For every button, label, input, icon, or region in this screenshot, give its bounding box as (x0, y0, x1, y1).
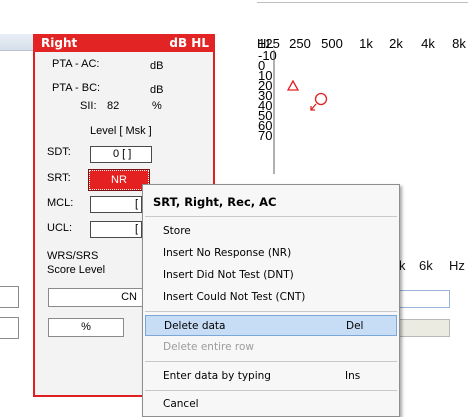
menu-item-label: Store (163, 225, 191, 237)
right-score-field[interactable] (398, 290, 450, 308)
sii-value: 82 (107, 100, 120, 112)
menu-separator (145, 216, 397, 217)
frequency-label: 500 (321, 36, 343, 51)
menu-separator (145, 390, 397, 391)
pta-bc-label: PTA - BC: (52, 82, 101, 94)
pta-bc-unit: dB (150, 84, 164, 96)
menu-separator (145, 311, 397, 312)
ucl-label: UCL: (47, 222, 73, 234)
frequency-label: 8k (452, 36, 466, 51)
menu-item-enter-typing[interactable]: Enter data by typing Ins (145, 366, 397, 387)
menu-item-label: Delete data (164, 320, 226, 332)
frequency-label: 2k (389, 36, 403, 51)
top-divider (257, 0, 468, 3)
frequency-label: 1k (359, 36, 373, 51)
menu-item-label: Insert Did Not Test (DNT) (163, 269, 294, 281)
pta-ac-unit: dB (150, 60, 164, 72)
context-menu: SRT, Right, Rec, AC Store Insert No Resp… (142, 184, 400, 417)
menu-item-label: Delete entire row (163, 341, 254, 353)
context-menu-title: SRT, Right, Rec, AC (153, 195, 277, 209)
srt-label: SRT: (47, 172, 71, 184)
right-ear-panel-header: Right dB HL (33, 34, 215, 52)
left-input-box-1[interactable] (0, 286, 19, 308)
ucl-field[interactable]: [ (90, 221, 142, 238)
menu-item-shortcut: Del (346, 320, 364, 332)
ac-unmasked-marker (286, 79, 300, 91)
menu-item-delete-row[interactable]: Delete entire row (145, 337, 397, 358)
left-toolbar-strip (0, 34, 34, 51)
srt-field[interactable]: NR (88, 169, 150, 191)
sdt-label: SDT: (47, 146, 71, 158)
menu-item-shortcut: Ins (345, 370, 361, 382)
menu-item-store[interactable]: Store (145, 221, 397, 242)
menu-item-insert-dnt[interactable]: Insert Did Not Test (DNT) (145, 265, 397, 286)
score-level-label: Score Level (47, 264, 106, 276)
sii-label: SII: (80, 100, 97, 112)
db-tick-label: 70 (258, 128, 272, 143)
menu-item-label: Cancel (163, 398, 199, 410)
panel-unit-label: dB HL (169, 36, 209, 50)
marker-arrow (310, 103, 317, 111)
right-percent-field[interactable] (398, 319, 450, 337)
freq-bottom-hz: Hz (449, 258, 465, 273)
menu-item-insert-nr[interactable]: Insert No Response (NR) (145, 243, 397, 264)
panel-side-label: Right (41, 36, 78, 50)
ac-masked-marker (314, 92, 328, 106)
sdt-field[interactable]: 0 [ ] (90, 146, 152, 163)
menu-item-label: Insert No Response (NR) (163, 247, 292, 259)
pta-ac-label: PTA - AC: (52, 58, 100, 70)
menu-item-cancel[interactable]: Cancel (145, 394, 397, 415)
sii-unit: % (152, 100, 162, 112)
frequency-label: 250 (289, 36, 311, 51)
menu-item-label: Enter data by typing (163, 370, 271, 382)
frequency-label: 4k (421, 36, 435, 51)
wrs-srs-label: WRS/SRS (47, 250, 99, 262)
left-input-box-2[interactable] (0, 317, 19, 339)
menu-item-insert-cnt[interactable]: Insert Could Not Test (CNT) (145, 287, 397, 308)
menu-item-label: Insert Could Not Test (CNT) (163, 291, 306, 303)
cnt-field[interactable]: CN (48, 288, 144, 307)
percent-field[interactable]: % (48, 318, 124, 337)
level-heading: Level [ Msk ] (90, 125, 152, 137)
mcl-field[interactable]: [ (90, 196, 142, 213)
mcl-label: MCL: (47, 197, 74, 209)
menu-item-delete-data[interactable]: Delete data Del (145, 315, 397, 336)
freq-bottom-6k: 6k (419, 258, 433, 273)
menu-separator (145, 361, 397, 362)
